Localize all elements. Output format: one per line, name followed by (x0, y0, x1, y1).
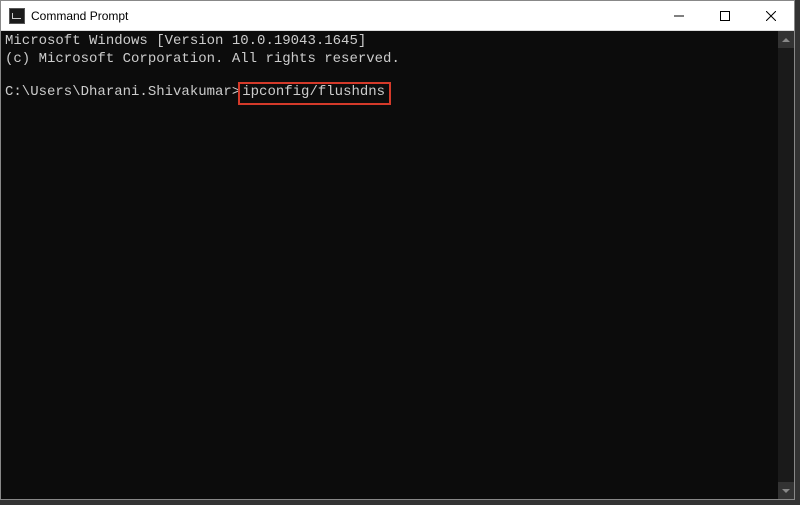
prompt-line: C:\Users\Dharani.Shivakumar>ipconfig/flu… (5, 82, 790, 105)
close-button[interactable] (748, 1, 794, 30)
version-line: Microsoft Windows [Version 10.0.19043.16… (5, 33, 790, 51)
chevron-down-icon (782, 489, 790, 493)
terminal-area[interactable]: Microsoft Windows [Version 10.0.19043.16… (1, 31, 794, 499)
command-text: ipconfig/flushdns (242, 84, 385, 100)
vertical-scrollbar[interactable] (778, 31, 794, 499)
titlebar[interactable]: Command Prompt (1, 1, 794, 31)
cmd-icon (9, 8, 25, 24)
command-prompt-window: Command Prompt Microsoft Windows [Versio… (0, 0, 795, 500)
maximize-icon (720, 11, 730, 21)
command-highlight: ipconfig/flushdns (238, 82, 391, 105)
window-title: Command Prompt (31, 9, 128, 23)
minimize-icon (674, 11, 684, 21)
scrollbar-track[interactable] (778, 48, 794, 482)
copyright-line: (c) Microsoft Corporation. All rights re… (5, 51, 790, 69)
scroll-down-button[interactable] (778, 482, 794, 499)
close-icon (766, 11, 776, 21)
prompt-path: C:\Users\Dharani.Shivakumar> (5, 84, 240, 100)
minimize-button[interactable] (656, 1, 702, 30)
chevron-up-icon (782, 38, 790, 42)
scroll-up-button[interactable] (778, 31, 794, 48)
maximize-button[interactable] (702, 1, 748, 30)
window-controls (656, 1, 794, 30)
